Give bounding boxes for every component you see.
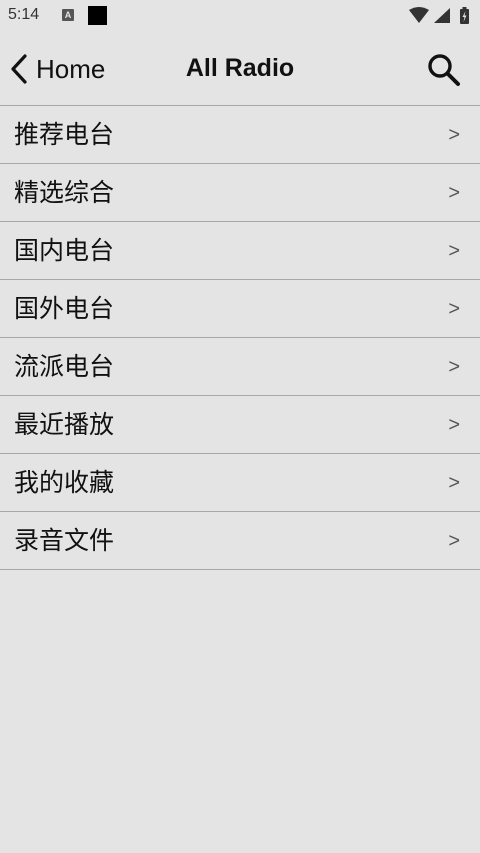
status-icons xyxy=(408,7,472,25)
list-item-label: 我的收藏 xyxy=(14,468,115,497)
list-item-recommended[interactable]: 推荐电台 > xyxy=(0,106,480,164)
cell-signal-icon xyxy=(434,8,450,23)
list-item-label: 国外电台 xyxy=(14,294,115,323)
chevron-right-icon: > xyxy=(448,530,460,552)
list-item-genre[interactable]: 流派电台 > xyxy=(0,338,480,396)
radio-category-list: 推荐电台 > 精选综合 > 国内电台 > 国外电台 > 流派电台 > 最近播放 … xyxy=(0,106,480,570)
status-time: 5:14 xyxy=(8,6,40,23)
search-button[interactable] xyxy=(426,52,462,88)
chevron-right-icon: > xyxy=(448,182,460,204)
list-item-label: 国内电台 xyxy=(14,236,115,265)
chevron-right-icon: > xyxy=(448,240,460,262)
chevron-left-icon xyxy=(11,54,27,84)
chevron-right-icon: > xyxy=(448,356,460,378)
chevron-right-icon: > xyxy=(448,414,460,436)
status-bar: 5:14 A xyxy=(0,0,480,32)
a-notification-icon: A xyxy=(62,9,74,21)
chevron-right-icon: > xyxy=(448,472,460,494)
chevron-right-icon: > xyxy=(448,298,460,320)
chevron-right-icon: > xyxy=(448,124,460,146)
list-item-domestic[interactable]: 国内电台 > xyxy=(0,222,480,280)
wifi-icon xyxy=(409,7,429,23)
app-bar: Home All Radio xyxy=(0,32,480,106)
square-notification-icon xyxy=(88,6,107,25)
list-item-foreign[interactable]: 国外电台 > xyxy=(0,280,480,338)
list-item-label: 推荐电台 xyxy=(14,120,115,149)
back-label: Home xyxy=(36,53,106,84)
search-icon xyxy=(428,54,460,86)
list-item-favorites[interactable]: 我的收藏 > xyxy=(0,454,480,512)
list-item-featured[interactable]: 精选综合 > xyxy=(0,164,480,222)
back-button[interactable]: Home xyxy=(10,52,105,86)
list-item-recordings[interactable]: 录音文件 > xyxy=(0,512,480,570)
screen: 5:14 A Home All Radio 推荐电台 > 精选综合 > 国内电台… xyxy=(0,0,480,853)
battery-charging-icon xyxy=(460,7,469,24)
list-item-label: 最近播放 xyxy=(14,410,115,439)
list-item-recent[interactable]: 最近播放 > xyxy=(0,396,480,454)
list-item-label: 流派电台 xyxy=(14,352,115,381)
empty-content-area xyxy=(0,572,480,853)
list-item-label: 精选综合 xyxy=(14,178,115,207)
list-item-label: 录音文件 xyxy=(14,526,115,555)
